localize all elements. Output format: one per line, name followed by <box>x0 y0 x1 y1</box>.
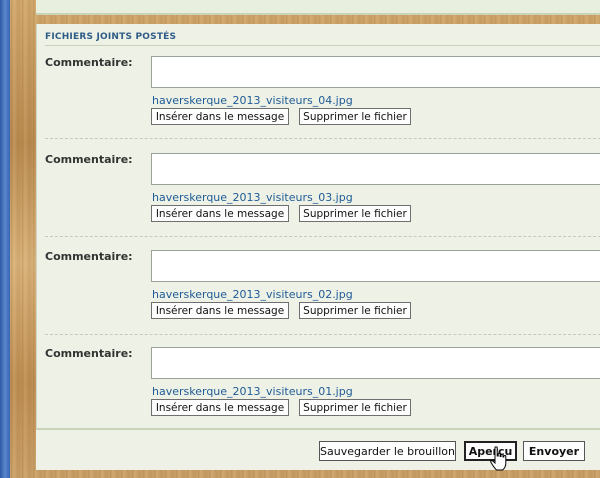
attachments-panel: FICHIERS JOINTS POSTÉS Commentaire: have… <box>36 24 600 428</box>
send-button[interactable]: Envoyer <box>523 441 585 461</box>
section-title: FICHIERS JOINTS POSTÉS <box>45 32 177 42</box>
attachment-separator <box>45 138 600 139</box>
comment-label: Commentaire: <box>45 56 133 69</box>
attachment-filename-link[interactable]: haverskerque_2013_visiteurs_03.jpg <box>152 191 353 204</box>
form-footer: Sauvegarder le brouillon Aperçu Envoyer <box>36 428 600 470</box>
comment-input[interactable] <box>151 153 600 185</box>
attachment-item: Commentaire: haverskerque_2013_visiteurs… <box>37 48 600 144</box>
comment-label: Commentaire: <box>45 153 133 166</box>
comment-input[interactable] <box>151 250 600 282</box>
comment-input[interactable] <box>151 56 600 88</box>
insert-in-message-button[interactable]: Insérer dans le message <box>151 205 289 222</box>
previous-panel-edge <box>36 0 600 15</box>
title-divider <box>45 45 600 46</box>
attachment-filename-link[interactable]: haverskerque_2013_visiteurs_01.jpg <box>152 385 353 398</box>
left-blue-strip <box>0 0 10 478</box>
attachment-separator <box>45 236 600 237</box>
attachment-separator <box>45 334 600 335</box>
comment-label: Commentaire: <box>45 347 133 360</box>
attachment-filename-link[interactable]: haverskerque_2013_visiteurs_02.jpg <box>152 288 353 301</box>
attachment-filename-link[interactable]: haverskerque_2013_visiteurs_04.jpg <box>152 94 353 107</box>
save-draft-button[interactable]: Sauvegarder le brouillon <box>319 441 456 461</box>
comment-label: Commentaire: <box>45 250 133 263</box>
insert-in-message-button[interactable]: Insérer dans le message <box>151 399 289 416</box>
delete-file-button[interactable]: Supprimer le fichier <box>299 302 411 319</box>
attachment-item: Commentaire: haverskerque_2013_visiteurs… <box>37 145 600 241</box>
delete-file-button[interactable]: Supprimer le fichier <box>299 399 411 416</box>
delete-file-button[interactable]: Supprimer le fichier <box>299 205 411 222</box>
insert-in-message-button[interactable]: Insérer dans le message <box>151 302 289 319</box>
comment-input[interactable] <box>151 347 600 379</box>
delete-file-button[interactable]: Supprimer le fichier <box>299 108 411 125</box>
insert-in-message-button[interactable]: Insérer dans le message <box>151 108 289 125</box>
attachment-item: Commentaire: haverskerque_2013_visiteurs… <box>37 339 600 435</box>
attachment-item: Commentaire: haverskerque_2013_visiteurs… <box>37 242 600 338</box>
hand-pointer-icon <box>490 446 507 471</box>
